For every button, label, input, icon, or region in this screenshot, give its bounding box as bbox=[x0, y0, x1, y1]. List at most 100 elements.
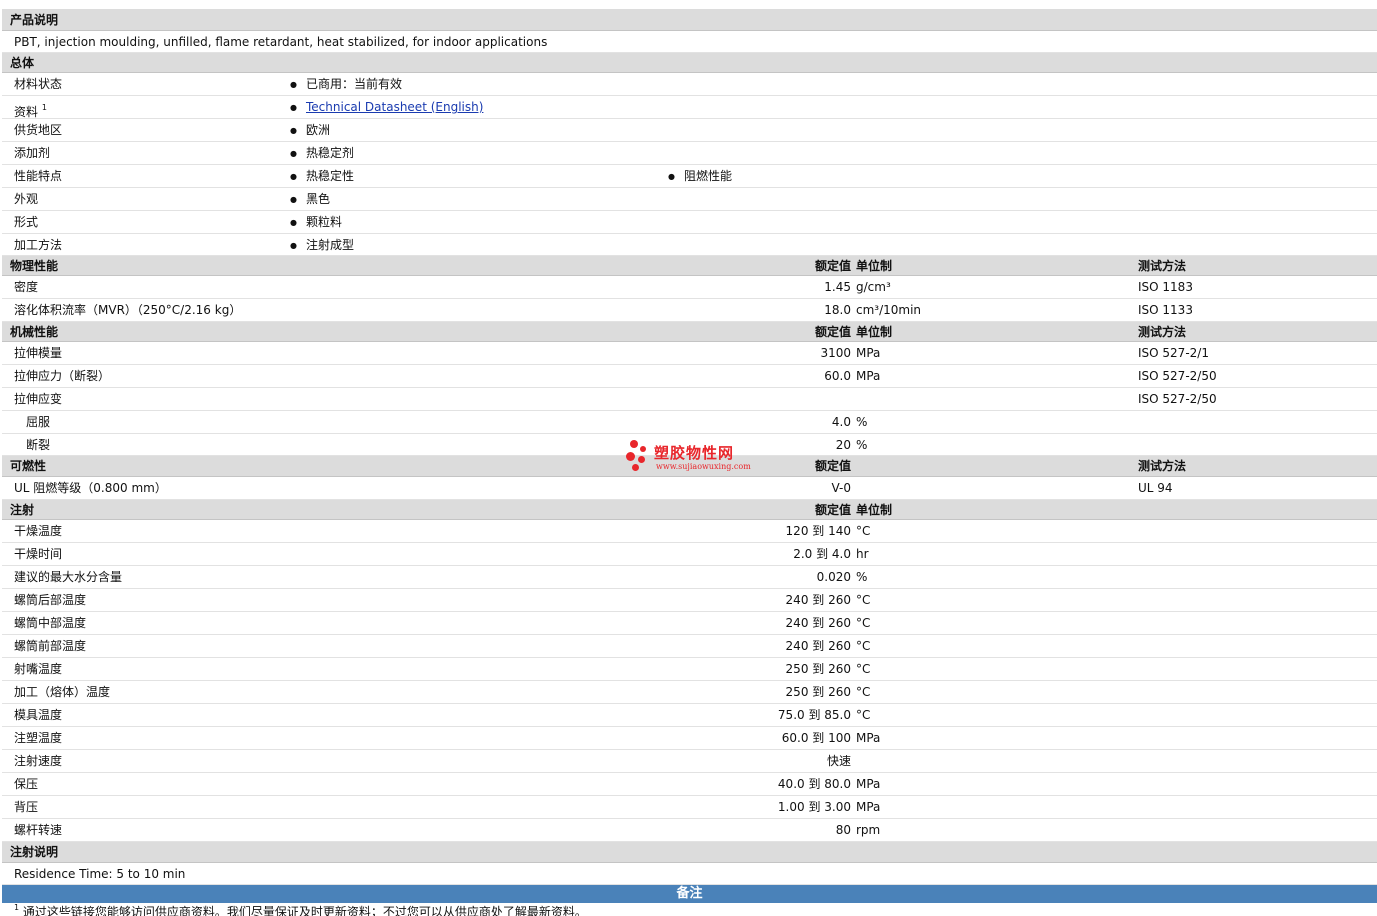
datasheet-link-item: Technical Datasheet (English) bbox=[290, 96, 483, 119]
general-row-features: 性能特点 热稳定性 阻燃性能 bbox=[2, 165, 1377, 188]
watermark-title: 塑胶物性网 bbox=[654, 444, 735, 462]
row-value: 热稳定性 bbox=[290, 165, 354, 188]
row-label: 注射速度 bbox=[14, 754, 63, 768]
table-row: UL 阻燃等级（0.800 mm） V-0 UL 94 bbox=[2, 477, 1377, 500]
watermark-url: www.sujiaowuxing.com bbox=[656, 462, 751, 471]
table-row: 干燥时间 2.0 到 4.0 hr bbox=[2, 543, 1377, 566]
row-label: 拉伸应力（断裂） bbox=[14, 369, 111, 383]
row-label: 拉伸模量 bbox=[14, 346, 63, 360]
column-header-method: 测试方法 bbox=[1138, 325, 1187, 339]
row-value: 1.00 到 3.00 bbox=[777, 800, 851, 814]
column-header-value: 额定值 bbox=[814, 459, 851, 473]
section-injection-notes: 注射说明 bbox=[2, 842, 1377, 863]
row-method: UL 94 bbox=[1138, 481, 1173, 495]
product-description-text: PBT, injection moulding, unfilled, flame… bbox=[14, 35, 548, 49]
section-title: 注射 bbox=[10, 503, 35, 517]
row-method: ISO 527-2/50 bbox=[1138, 369, 1217, 383]
column-header-value: 额定值 bbox=[814, 503, 851, 517]
table-row: 密度 1.45 g/cm³ ISO 1183 bbox=[2, 276, 1377, 299]
section-title: 可燃性 bbox=[10, 459, 47, 473]
table-row: 螺筒后部温度 240 到 260 °C bbox=[2, 589, 1377, 612]
row-label: 射嘴温度 bbox=[14, 662, 63, 676]
table-row: 螺筒中部温度 240 到 260 °C bbox=[2, 612, 1377, 635]
column-header-unit: 单位制 bbox=[856, 259, 893, 273]
table-row: 背压 1.00 到 3.00 MPa bbox=[2, 796, 1377, 819]
table-row: 建议的最大水分含量 0.020 % bbox=[2, 566, 1377, 589]
row-value: V-0 bbox=[831, 481, 851, 495]
row-label: 干燥温度 bbox=[14, 524, 63, 538]
column-header-value: 额定值 bbox=[814, 325, 851, 339]
row-unit: % bbox=[856, 570, 868, 584]
table-row: 螺筒前部温度 240 到 260 °C bbox=[2, 635, 1377, 658]
technical-datasheet-link[interactable]: Technical Datasheet (English) bbox=[306, 100, 483, 114]
row-label: 螺筒中部温度 bbox=[14, 616, 87, 630]
row-unit: MPa bbox=[856, 369, 881, 383]
logo-dot bbox=[630, 440, 638, 448]
row-unit: MPa bbox=[856, 346, 881, 360]
row-unit: °C bbox=[856, 662, 871, 676]
watermark-logo: 塑胶物性网 www.sujiaowuxing.com bbox=[624, 440, 764, 476]
row-label: 密度 bbox=[14, 280, 39, 294]
row-unit: °C bbox=[856, 593, 871, 607]
row-label: 断裂 bbox=[26, 438, 51, 452]
row-label: 保压 bbox=[14, 777, 39, 791]
row-value: 阻燃性能 bbox=[668, 165, 732, 188]
row-method: ISO 527-2/50 bbox=[1138, 392, 1217, 406]
row-unit: °C bbox=[856, 639, 871, 653]
logo-dot bbox=[638, 456, 645, 463]
row-unit: °C bbox=[856, 524, 871, 538]
row-method: ISO 527-2/1 bbox=[1138, 346, 1209, 360]
row-value: 250 到 260 bbox=[785, 662, 851, 676]
row-value: 2.0 到 4.0 bbox=[793, 547, 851, 561]
table-row: 注塑温度 60.0 到 100 MPa bbox=[2, 727, 1377, 750]
row-value: 3100 bbox=[820, 346, 851, 360]
row-label: 添加剂 bbox=[14, 146, 51, 160]
row-unit: MPa bbox=[856, 777, 881, 791]
injection-notes-row: Residence Time: 5 to 10 min bbox=[2, 863, 1377, 885]
footnote-ref: 1 bbox=[41, 103, 47, 112]
logo-dot bbox=[626, 452, 635, 461]
section-physical: 物理性能 额定值 单位制 测试方法 bbox=[2, 256, 1377, 276]
table-row: 干燥温度 120 到 140 °C bbox=[2, 520, 1377, 543]
table-row: 加工（熔体）温度 250 到 260 °C bbox=[2, 681, 1377, 704]
row-label: 材料状态 bbox=[14, 77, 63, 91]
table-row: 溶化体积流率（MVR）（250°C/2.16 kg） 18.0 cm³/10mi… bbox=[2, 299, 1377, 322]
row-value: 120 到 140 bbox=[785, 524, 851, 538]
row-label: 加工方法 bbox=[14, 238, 63, 252]
column-header-value: 额定值 bbox=[814, 259, 851, 273]
section-mechanical: 机械性能 额定值 单位制 测试方法 bbox=[2, 322, 1377, 342]
table-row: 保压 40.0 到 80.0 MPa bbox=[2, 773, 1377, 796]
row-label: 模具温度 bbox=[14, 708, 63, 722]
row-label: 供货地区 bbox=[14, 123, 63, 137]
logo-dot bbox=[632, 464, 639, 471]
row-label: 性能特点 bbox=[14, 169, 63, 183]
row-method: ISO 1183 bbox=[1138, 280, 1193, 294]
table-row: 拉伸模量 3100 MPa ISO 527-2/1 bbox=[2, 342, 1377, 365]
row-value: 欧洲 bbox=[290, 119, 330, 142]
row-value: 已商用：当前有效 bbox=[290, 73, 402, 96]
row-value: 0.020 bbox=[816, 570, 851, 584]
footnote: 1 通过这些链接您能够访问供应商资料。我们尽量保证及时更新资料；不过您可以从供应… bbox=[14, 903, 587, 916]
row-value: 80 bbox=[835, 823, 851, 837]
row-label: 溶化体积流率（MVR）（250°C/2.16 kg） bbox=[14, 303, 242, 317]
row-value: 18.0 bbox=[824, 303, 851, 317]
row-label: 形式 bbox=[14, 215, 39, 229]
row-value: 75.0 到 85.0 bbox=[777, 708, 851, 722]
row-value: 热稳定剂 bbox=[290, 142, 354, 165]
row-value: 20 bbox=[835, 438, 851, 452]
row-method: ISO 1133 bbox=[1138, 303, 1193, 317]
datasheet-page: 产品说明 PBT, injection moulding, unfilled, … bbox=[0, 0, 1377, 916]
general-row-status: 材料状态 已商用：当前有效 bbox=[2, 73, 1377, 96]
row-value: 注射成型 bbox=[290, 234, 354, 257]
section-title: 机械性能 bbox=[10, 325, 59, 339]
row-unit: g/cm³ bbox=[856, 280, 891, 294]
row-value: 颗粒料 bbox=[290, 211, 342, 234]
row-label: 屈服 bbox=[26, 415, 51, 429]
row-unit: °C bbox=[856, 616, 871, 630]
row-unit: % bbox=[856, 415, 868, 429]
table-row: 注射速度 快速 bbox=[2, 750, 1377, 773]
row-label: UL 阻燃等级（0.800 mm） bbox=[14, 481, 167, 495]
row-label: 螺筒后部温度 bbox=[14, 593, 87, 607]
row-value: 250 到 260 bbox=[785, 685, 851, 699]
row-label: 外观 bbox=[14, 192, 39, 206]
